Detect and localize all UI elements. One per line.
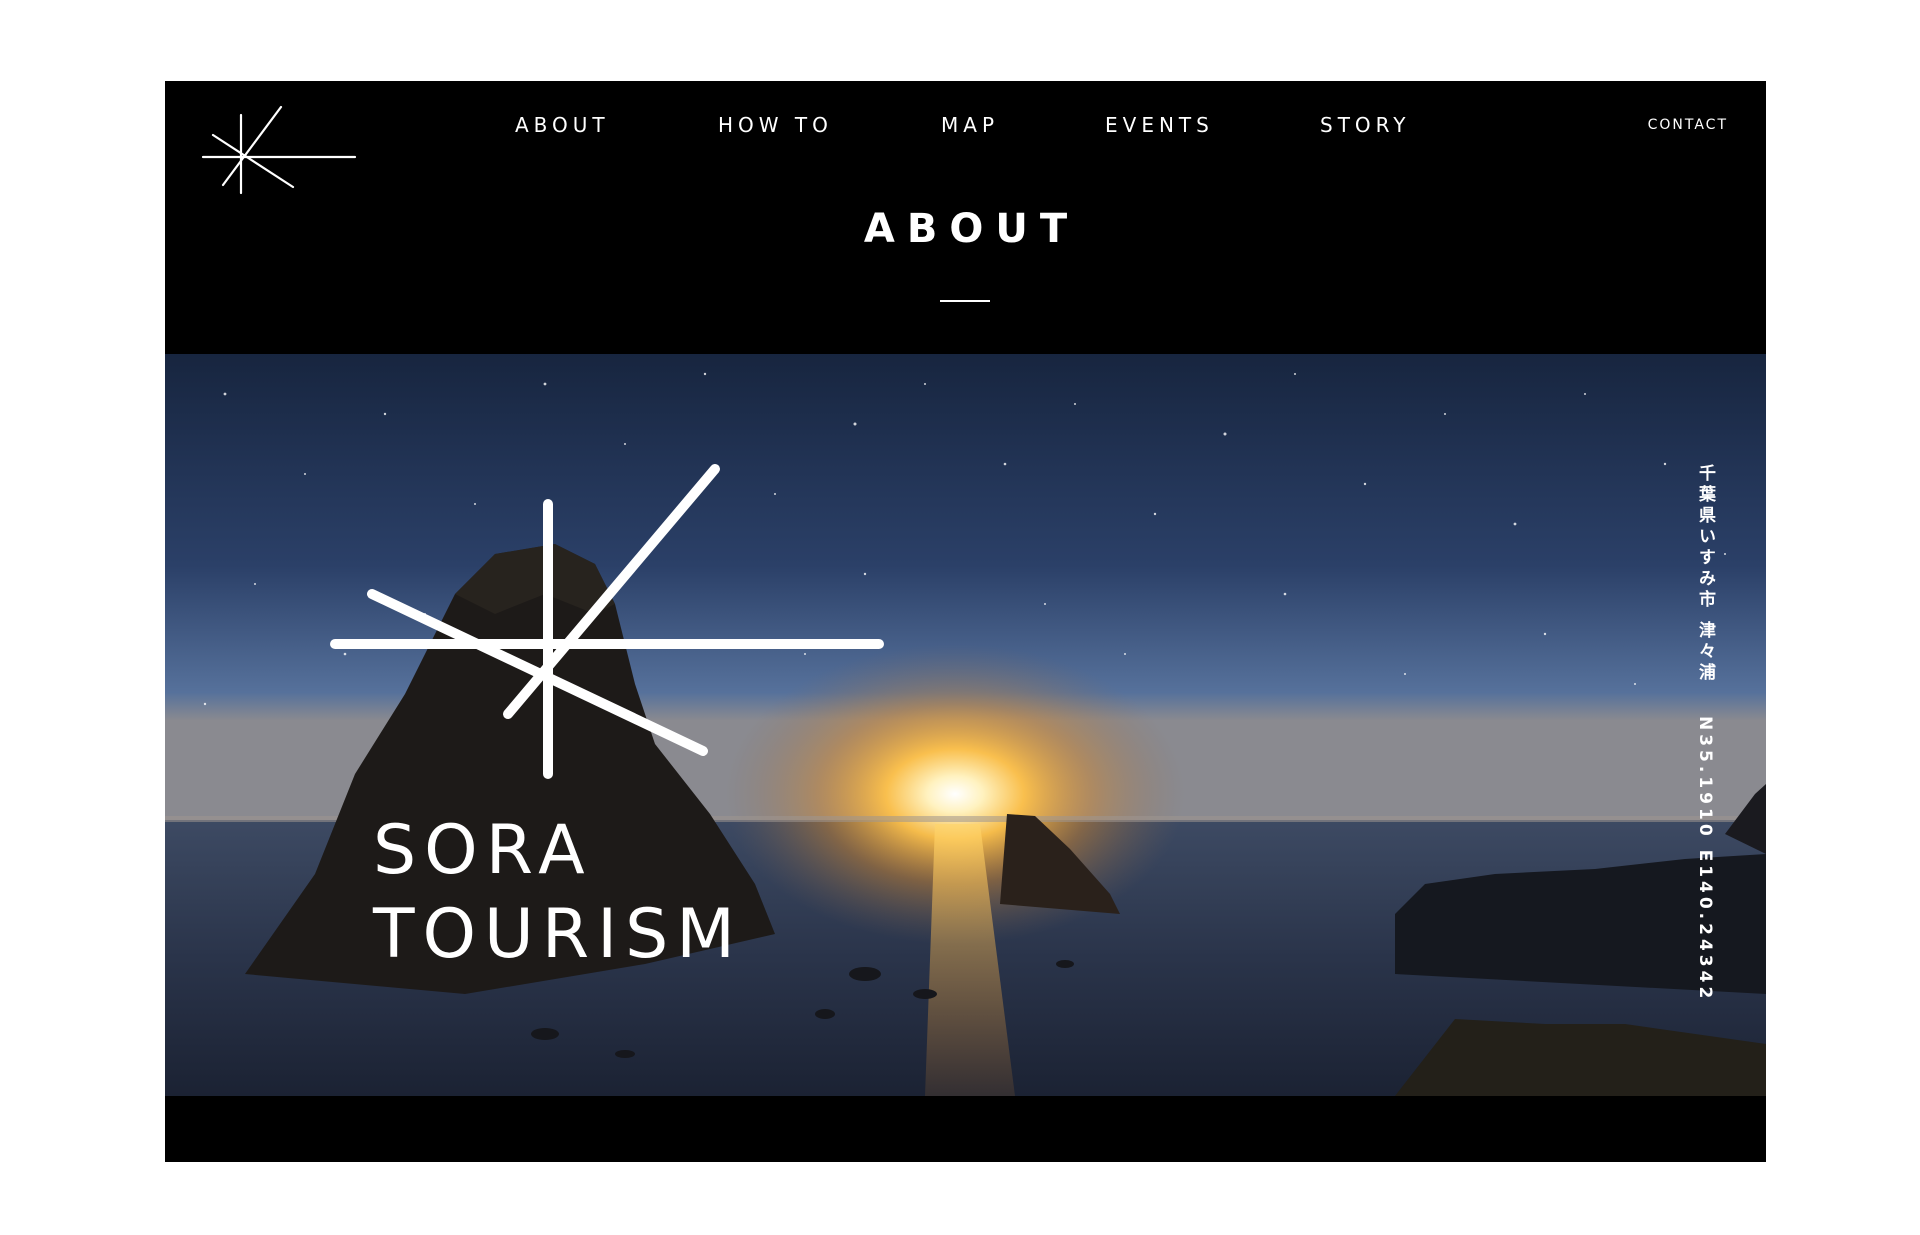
brand-line-tourism: TOURISM	[373, 895, 743, 974]
contact-link[interactable]: CONTACT	[1648, 105, 1728, 145]
hero-brand-title: SORA TOURISM	[373, 809, 743, 977]
nav-item-story[interactable]: STORY	[1320, 105, 1411, 145]
page-title: ABOUT	[863, 206, 1080, 252]
hero-starburst-logo-icon	[330, 464, 884, 779]
location-coordinates: N35.1910 E140.24342	[1695, 715, 1715, 1003]
main-nav: ABOUT HOW TO MAP EVENTS STORY	[165, 105, 1766, 145]
site-page: ABOUT HOW TO MAP EVENTS STORY CONTACT AB…	[165, 81, 1766, 1162]
location-vertical-text: 千葉県いすみ市 津々浦 N35.1910 E140.24342	[1693, 464, 1718, 1024]
nav-item-map[interactable]: MAP	[941, 105, 999, 145]
location-name: 千葉県いすみ市 津々浦	[1695, 464, 1715, 684]
nav-item-how-to[interactable]: HOW TO	[718, 105, 833, 145]
brand-line-sora: SORA	[373, 811, 593, 890]
nav-item-about[interactable]: ABOUT	[515, 105, 610, 145]
title-divider	[940, 300, 990, 302]
hero-section: SORA TOURISM 千葉県いすみ市 津々浦 N35.1910 E140.2…	[165, 354, 1766, 1096]
nav-item-events[interactable]: EVENTS	[1105, 105, 1214, 145]
